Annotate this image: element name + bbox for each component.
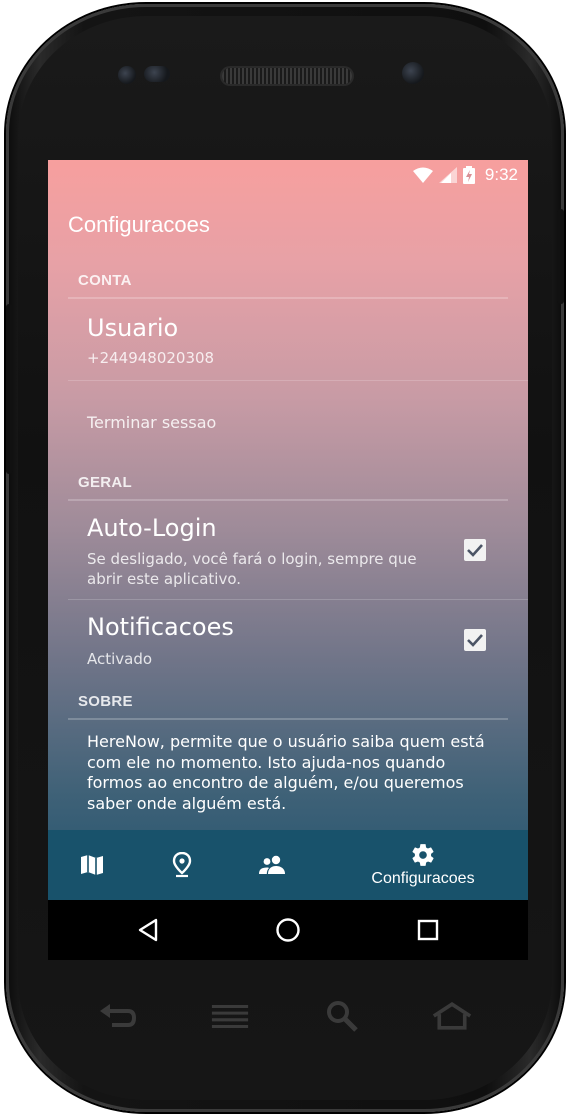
- map-icon: [81, 855, 103, 875]
- proximity-sensor: [144, 66, 170, 82]
- settings-screen: 9:32 Configuracoes CONTA Usuario +244948…: [48, 160, 528, 900]
- section-header-sobre: SOBRE: [78, 693, 133, 710]
- power-button: [557, 209, 564, 304]
- battery-icon: [462, 166, 475, 184]
- earpiece-speaker: [222, 68, 352, 84]
- user-phone: +244948020308: [87, 349, 215, 367]
- screen: 9:32 Configuracoes CONTA Usuario +244948…: [48, 160, 528, 960]
- checkmark-icon: [467, 544, 483, 557]
- about-line: HereNow, permite que o usuário saiba que…: [87, 732, 485, 751]
- page-title: Configuracoes: [68, 212, 210, 237]
- about-line: formos ao encontro de alguém, e/ou quere…: [87, 773, 464, 792]
- section-divider: [68, 718, 508, 720]
- nav-item-map[interactable]: [62, 830, 122, 900]
- hardware-back-icon: [98, 996, 138, 1036]
- system-navigation-bar: [48, 900, 528, 960]
- section-divider: [68, 297, 508, 299]
- recents-square-icon: [417, 919, 439, 941]
- gear-icon: [412, 844, 434, 866]
- section-header-conta: CONTA: [78, 272, 132, 289]
- status-bar: 9:32: [48, 160, 528, 190]
- hardware-home-icon: [432, 996, 472, 1036]
- home-button[interactable]: [258, 900, 318, 960]
- people-icon: [259, 855, 285, 874]
- nav-item-location[interactable]: [152, 830, 212, 900]
- autologin-preference[interactable]: Auto-Login Se desligado, você fará o log…: [48, 502, 528, 598]
- nav-item-people[interactable]: [242, 830, 302, 900]
- signal-icon: [438, 167, 457, 183]
- location-pin-icon: [172, 852, 192, 878]
- back-button[interactable]: [118, 900, 178, 960]
- front-camera: [402, 62, 424, 84]
- hardware-search-icon: [322, 996, 362, 1036]
- autologin-summary-line1: Se desligado, você fará o login, sempre …: [87, 550, 417, 568]
- volume-button: [6, 304, 13, 474]
- nav-label-settings: Configuracoes: [371, 870, 475, 887]
- autologin-title: Auto-Login: [87, 514, 217, 542]
- nav-item-settings[interactable]: Configuracoes: [353, 830, 493, 900]
- bottom-navigation: Configuracoes: [48, 830, 528, 900]
- back-triangle-icon: [138, 918, 158, 942]
- status-clock: 9:32: [484, 165, 518, 184]
- user-title: Usuario: [87, 314, 179, 342]
- about-line: saber onde alguém está.: [87, 793, 287, 813]
- notifications-preference[interactable]: Notificacoes Activado: [48, 600, 528, 680]
- autologin-summary-line2: abrir este aplicativo.: [87, 570, 241, 588]
- checkmark-icon: [467, 634, 483, 647]
- recents-button[interactable]: [398, 900, 458, 960]
- section-header-geral: GERAL: [78, 474, 132, 491]
- hardware-menu-icon: [210, 996, 250, 1036]
- logout-label: Terminar sessao: [87, 413, 217, 432]
- section-divider: [68, 499, 508, 501]
- notifications-summary: Activado: [87, 650, 153, 668]
- front-sensor: [118, 66, 136, 84]
- about-line: com ele no momento. Isto ajuda-nos quand…: [87, 752, 446, 772]
- about-text: HereNow, permite que o usuário saiba que…: [87, 732, 487, 814]
- autologin-checkbox[interactable]: [464, 539, 486, 561]
- wifi-icon: [412, 167, 433, 183]
- home-circle-icon: [276, 918, 300, 942]
- user-preference[interactable]: Usuario +244948020308: [48, 300, 528, 380]
- notifications-title: Notificacoes: [87, 613, 234, 641]
- logout-preference[interactable]: Terminar sessao: [48, 381, 528, 461]
- notifications-checkbox[interactable]: [464, 629, 486, 651]
